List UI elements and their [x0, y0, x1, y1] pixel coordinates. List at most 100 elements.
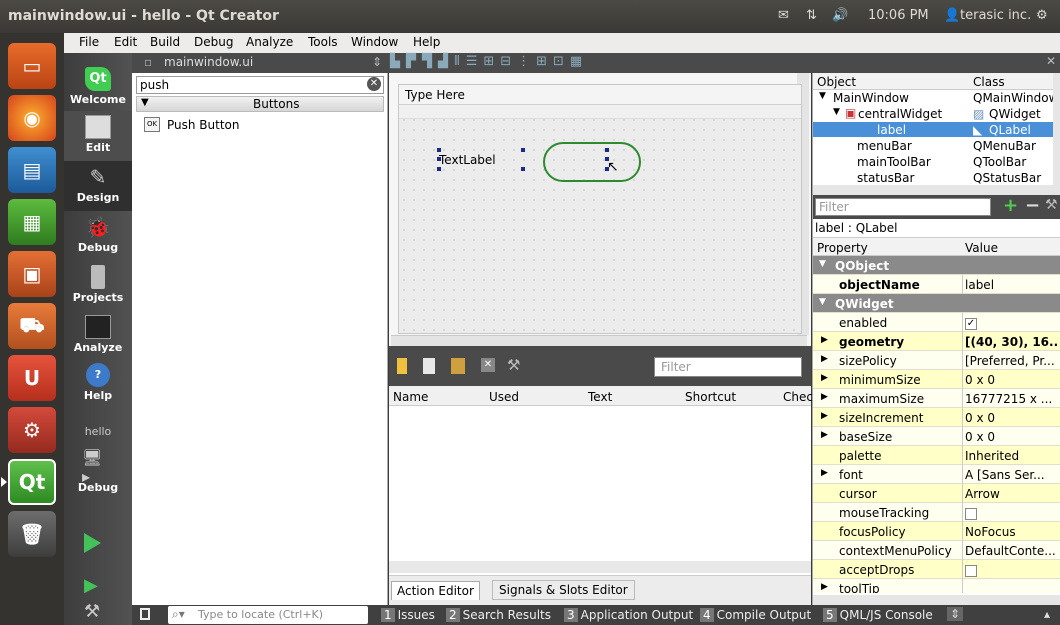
writer-icon[interactable]: ▤ — [8, 147, 56, 193]
property-row[interactable]: cursor Arrow — [813, 484, 1060, 503]
layout-tools-icons[interactable]: ▙▛▜▟⦀☰⊞⊟⋮⊞⊡▦ — [390, 54, 588, 69]
expand-arrow-icon[interactable]: ▶ — [821, 373, 828, 383]
category-buttons[interactable]: ▼ Buttons — [136, 96, 384, 112]
property-checkbox[interactable]: ✓ — [965, 317, 977, 330]
mode-debug[interactable]: 🐞 Debug — [64, 211, 132, 261]
user-name[interactable]: terasic inc. — [960, 8, 1031, 23]
property-row[interactable]: acceptDrops — [813, 560, 1060, 579]
remove-property-icon[interactable]: − — [1025, 195, 1040, 216]
menu-analyze[interactable]: Analyze — [246, 35, 293, 49]
form-menubar[interactable]: Type Here — [399, 85, 801, 105]
menu-debug[interactable]: Debug — [194, 35, 233, 49]
column-shortcut[interactable]: Shortcut — [685, 390, 736, 404]
form-h-scrollbar[interactable] — [391, 335, 807, 346]
mode-welcome[interactable]: Qt Welcome — [64, 63, 132, 113]
column-used[interactable]: Used — [489, 390, 519, 404]
property-row[interactable]: ▼ QObject — [813, 256, 1060, 275]
menu-edit[interactable]: Edit — [114, 35, 137, 49]
menu-help[interactable]: Help — [413, 35, 440, 49]
property-row[interactable]: ▶ sizePolicy [Preferred, Pr... — [813, 351, 1060, 370]
mode-help[interactable]: ? Help — [64, 359, 132, 409]
calc-icon[interactable]: ▦ — [8, 199, 56, 245]
property-value[interactable]: 0 x 0 — [965, 430, 1059, 444]
run-icon[interactable] — [84, 533, 101, 553]
ubuntu-one-icon[interactable]: U — [8, 355, 56, 401]
action-h-scrollbar[interactable] — [389, 561, 811, 573]
column-class[interactable]: Class — [973, 75, 1005, 89]
pane-application-output[interactable]: 3 Application Output — [564, 608, 693, 622]
document-switch-icon[interactable]: ⇕ — [372, 55, 382, 69]
type-here-placeholder[interactable]: Type Here — [405, 88, 465, 102]
open-document[interactable]: mainwindow.ui — [164, 55, 253, 69]
add-property-icon[interactable]: + — [1003, 195, 1018, 216]
tree-item-label-selected[interactable]: label ◣ QLabel — [813, 122, 1053, 137]
property-value[interactable]: [Preferred, Pr... — [965, 354, 1059, 368]
selection-handle[interactable] — [437, 167, 441, 171]
debug-run-icon[interactable]: ▶ — [84, 575, 106, 597]
delete-action-icon[interactable]: ✕ — [481, 358, 495, 372]
property-row[interactable]: mouseTracking — [813, 503, 1060, 522]
expand-arrow-icon[interactable]: ▶ — [821, 430, 828, 440]
selection-handle[interactable] — [437, 148, 441, 152]
clear-filter-icon[interactable]: ✕ — [367, 77, 381, 91]
expand-arrow-icon[interactable]: ▶ — [821, 354, 828, 364]
property-checkbox[interactable] — [965, 507, 977, 520]
property-value[interactable]: label — [965, 278, 1059, 292]
copy-action-icon[interactable] — [423, 358, 435, 374]
expand-arrow-icon[interactable]: ▶ — [821, 392, 828, 402]
network-icon[interactable]: ⇅ — [806, 8, 817, 23]
impress-icon[interactable]: ▣ — [8, 251, 56, 297]
selection-handle[interactable] — [521, 148, 525, 152]
property-h-scrollbar[interactable] — [813, 595, 1060, 605]
project-name[interactable]: hello — [64, 425, 132, 438]
more-panes-icon[interactable]: ⇕ — [947, 607, 964, 621]
property-row[interactable]: enabled ✓ — [813, 313, 1060, 332]
toggle-sidebar-icon[interactable] — [140, 608, 150, 620]
expand-arrow-icon[interactable]: ▶ — [821, 582, 828, 592]
action-filter-input[interactable]: Filter — [654, 357, 802, 377]
property-value[interactable]: [(40, 30), 16... — [965, 335, 1059, 349]
property-value[interactable]: 16777215 x ... — [965, 392, 1059, 406]
property-filter-input[interactable]: Filter — [815, 198, 991, 216]
configure-action-icon[interactable]: ⚒ — [507, 356, 520, 374]
expand-arrow-icon[interactable]: ▶ — [821, 411, 828, 421]
tree-item-statusbar[interactable]: statusBar QStatusBar — [813, 170, 1053, 185]
locator-input[interactable]: ⌕▾ Type to locate (Ctrl+K) — [168, 606, 368, 624]
property-row[interactable]: ▶ toolTip — [813, 579, 1060, 593]
configure-property-icon[interactable]: ⚒ — [1045, 197, 1058, 213]
pane-issues[interactable]: 1 Issues — [381, 608, 435, 622]
property-row[interactable]: objectName label — [813, 275, 1060, 294]
property-row[interactable]: contextMenuPolicy DefaultConte... — [813, 541, 1060, 560]
widget-filter-input[interactable]: push ✕ — [136, 76, 384, 94]
gear-icon[interactable]: ⚙ — [1036, 8, 1048, 23]
object-h-scrollbar[interactable] — [813, 185, 1053, 195]
firefox-icon[interactable]: ◉ — [8, 95, 56, 141]
property-value[interactable]: NoFocus — [965, 525, 1059, 539]
pane-qml-console[interactable]: 5 QML/JS Console — [823, 608, 933, 622]
property-row[interactable]: ▶ maximumSize 16777215 x ... — [813, 389, 1060, 408]
column-value[interactable]: Value — [965, 241, 998, 255]
tree-item-centralwidget[interactable]: ▼ ▣ centralWidget ▨ QWidget — [813, 106, 1053, 121]
build-config[interactable]: Debug — [64, 481, 132, 494]
expand-arrow-icon[interactable]: ▶ — [821, 335, 828, 345]
property-checkbox[interactable] — [965, 564, 977, 577]
property-row[interactable]: ▶ minimumSize 0 x 0 — [813, 370, 1060, 389]
paste-action-icon[interactable] — [451, 358, 465, 374]
text-label-widget[interactable]: TextLabel — [439, 153, 496, 167]
property-value[interactable]: A [Sans Ser... — [965, 468, 1059, 482]
property-row[interactable]: ▼ QWidget — [813, 294, 1060, 313]
tab-action-editor[interactable]: Action Editor — [391, 581, 480, 600]
mail-icon[interactable]: ✉ — [778, 8, 789, 23]
menu-build[interactable]: Build — [150, 35, 180, 49]
column-checkable[interactable]: Chec — [783, 390, 813, 404]
qt-creator-launcher-icon[interactable]: Qt — [8, 459, 56, 505]
property-value[interactable]: 0 x 0 — [965, 373, 1059, 387]
menu-file[interactable]: File — [79, 35, 99, 49]
property-row[interactable]: palette Inherited — [813, 446, 1060, 465]
property-row[interactable]: focusPolicy NoFocus — [813, 522, 1060, 541]
software-center-icon[interactable]: ⛟ — [8, 303, 56, 349]
expand-arrow-icon[interactable]: ▶ — [821, 468, 828, 478]
pane-search-results[interactable]: 2 Search Results — [446, 608, 551, 622]
pane-compile-output[interactable]: 4 Compile Output — [700, 608, 811, 622]
volume-icon[interactable]: 🔊 — [832, 8, 848, 23]
